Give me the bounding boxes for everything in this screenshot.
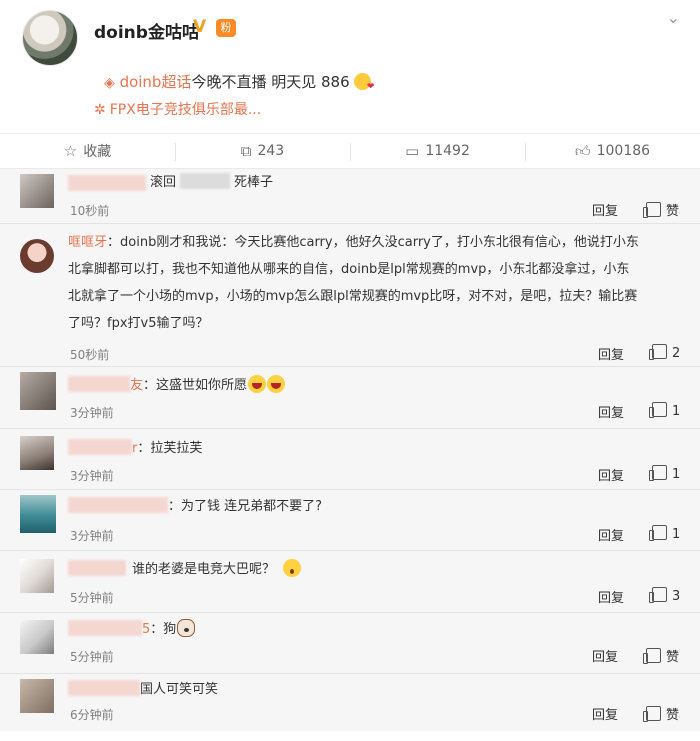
reply-button[interactable]: 回复 bbox=[592, 646, 618, 665]
comment-item: r：拉芙拉芙 3分钟前 回复 1 bbox=[0, 429, 700, 490]
laughing-emoji-icon bbox=[267, 375, 286, 393]
comment-like-button[interactable]: 赞 bbox=[643, 200, 679, 219]
kiss-emoji-icon bbox=[354, 73, 374, 92]
comment-like-button[interactable]: 1 bbox=[649, 402, 680, 419]
thumbs-up-icon bbox=[643, 706, 661, 722]
repost-button[interactable]: ⧉ 243 bbox=[175, 134, 350, 168]
shocked-emoji-icon bbox=[283, 559, 302, 577]
comment-icon: ▭ bbox=[405, 142, 420, 160]
comment-item: 国人可笑可笑 6分钟前 回复 赞 bbox=[0, 674, 700, 731]
comment-time: 3分钟前 bbox=[70, 406, 114, 420]
author-avatar[interactable] bbox=[22, 10, 78, 66]
commenter-name[interactable] bbox=[68, 620, 142, 636]
commenter-avatar[interactable] bbox=[20, 372, 56, 410]
supertopic-icon: ◈ bbox=[104, 75, 115, 91]
reply-button[interactable]: 回复 bbox=[598, 344, 624, 363]
thumbs-up-icon bbox=[649, 587, 667, 603]
commenter-name[interactable] bbox=[68, 439, 132, 455]
verified-badge-icon: V bbox=[193, 17, 207, 37]
comment-time: 3分钟前 bbox=[70, 469, 114, 483]
commenter-name[interactable] bbox=[68, 376, 130, 392]
commenter-name[interactable] bbox=[68, 680, 140, 696]
comment-item: 友：这盛世如你所愿 3分钟前 回复 1 bbox=[0, 367, 700, 429]
thumbs-up-icon bbox=[649, 402, 667, 418]
comment-item: ：为了钱 连兄弟都不要了? 3分钟前 回复 1 bbox=[0, 490, 700, 551]
comment-time: 5分钟前 bbox=[70, 650, 114, 664]
comment-time: 3分钟前 bbox=[70, 529, 114, 543]
thumbs-up-icon bbox=[643, 202, 661, 218]
commenter-avatar[interactable] bbox=[20, 620, 54, 654]
comment-text: 友：这盛世如你所愿 bbox=[68, 372, 286, 399]
post-source[interactable]: ✲ FPX电子竞技俱乐部最... bbox=[94, 99, 261, 119]
comment-text: 国人可笑可笑 bbox=[68, 676, 218, 703]
repost-count: 243 bbox=[257, 143, 285, 159]
comment-item: 5：狗 5分钟前 回复 赞 bbox=[0, 613, 700, 674]
reply-button[interactable]: 回复 bbox=[598, 402, 624, 421]
comment-text: 5：狗 bbox=[68, 616, 196, 643]
dog-emoji-icon bbox=[177, 619, 196, 637]
commenter-name[interactable] bbox=[68, 497, 168, 513]
thumbs-up-icon bbox=[649, 465, 667, 481]
comment-like-button[interactable]: 1 bbox=[649, 465, 680, 482]
commenter-avatar[interactable] bbox=[20, 559, 54, 593]
post-header: doinb金咕咕 V 粉 ⌄ ◈ doinb超话今晚不直播 明天见 886 ✲F… bbox=[0, 0, 700, 132]
post-action-bar: ☆ 收藏 ⧉ 243 ▭ 11492 👍︎ 100186 bbox=[0, 133, 700, 169]
supertopic-link[interactable]: doinb超话 bbox=[120, 73, 192, 91]
commenter-name[interactable] bbox=[68, 560, 126, 576]
commenter-avatar[interactable] bbox=[20, 239, 54, 273]
commenter-name[interactable]: 哐哐牙 bbox=[68, 235, 107, 250]
comment-time: 10秒前 bbox=[70, 204, 110, 218]
source-text: FPX电子竞技俱乐部最... bbox=[109, 102, 262, 118]
comment-button[interactable]: ▭ 11492 bbox=[350, 134, 525, 168]
post-content: ◈ doinb超话今晚不直播 明天见 886 bbox=[104, 71, 374, 92]
commenter-name[interactable] bbox=[68, 175, 146, 192]
comment-time: 6分钟前 bbox=[70, 708, 114, 722]
comment-time: 50秒前 bbox=[70, 348, 110, 362]
like-count: 100186 bbox=[596, 143, 651, 159]
like-button[interactable]: 👍︎ 100186 bbox=[525, 134, 700, 168]
thumbs-up-icon bbox=[649, 344, 667, 360]
reply-button[interactable]: 回复 bbox=[592, 200, 618, 219]
comment-text: ：为了钱 连兄弟都不要了? bbox=[68, 493, 322, 520]
comment-text: 谁的老婆是电竞大巴呢？ bbox=[68, 556, 302, 583]
supertopic-source-icon: ✲ bbox=[94, 102, 106, 118]
reply-button[interactable]: 回复 bbox=[598, 587, 624, 606]
favorite-button[interactable]: ☆ 收藏 bbox=[0, 134, 175, 168]
comment-text: 哐哐牙：doinb刚才和我说：今天比赛他carry，他好久没carry了，打小东… bbox=[68, 235, 639, 250]
comment-item: 哐哐牙：doinb刚才和我说：今天比赛他carry，他好久没carry了，打小东… bbox=[0, 224, 700, 367]
commenter-avatar[interactable] bbox=[20, 495, 56, 533]
favorite-label: 收藏 bbox=[83, 144, 112, 160]
thumbs-up-icon bbox=[643, 648, 661, 664]
author-name[interactable]: doinb金咕咕 bbox=[94, 18, 199, 43]
comment-text: 滚回 死棒子 bbox=[150, 173, 274, 190]
comment-like-button[interactable]: 1 bbox=[649, 525, 680, 542]
comment-like-button[interactable]: 3 bbox=[649, 587, 680, 604]
thumbs-up-icon: 👍︎ bbox=[574, 141, 591, 160]
commenter-avatar[interactable] bbox=[20, 436, 54, 470]
comment-item: 滚回 死棒子 10秒前 回复 赞 bbox=[0, 169, 700, 224]
comment-like-button[interactable]: 赞 bbox=[643, 704, 679, 723]
star-icon: ☆ bbox=[63, 142, 78, 160]
reply-button[interactable]: 回复 bbox=[598, 465, 624, 484]
comment-text-line: 北就拿了一个小场的mvp，小场的mvp怎么跟lpl常规赛的mvp比呀，对不对，是… bbox=[68, 289, 638, 304]
post-text: 今晚不直播 明天见 886 bbox=[191, 73, 350, 91]
comment-item: 谁的老婆是电竞大巴呢？ 5分钟前 回复 3 bbox=[0, 551, 700, 613]
reply-button[interactable]: 回复 bbox=[598, 525, 624, 544]
fans-badge-icon: 粉 bbox=[216, 19, 236, 37]
reply-button[interactable]: 回复 bbox=[592, 704, 618, 723]
comment-text: r：拉芙拉芙 bbox=[68, 435, 202, 462]
comment-like-button[interactable]: 赞 bbox=[643, 646, 679, 665]
comment-text-line: 了吗？fpx打v5输了吗？ bbox=[68, 316, 209, 331]
comment-count: 11492 bbox=[425, 143, 470, 159]
thumbs-up-icon bbox=[649, 525, 667, 541]
commenter-avatar[interactable] bbox=[20, 174, 54, 208]
comment-list: 滚回 死棒子 10秒前 回复 赞 哐哐牙：doinb刚才和我说：今天比赛他carr… bbox=[0, 169, 700, 731]
commenter-avatar[interactable] bbox=[20, 679, 54, 713]
comment-text-line: 北拿脚都可以打，我也不知道他从哪来的自信，doinb是lpl常规赛的mvp，小东… bbox=[68, 262, 630, 277]
comment-like-button[interactable]: 2 bbox=[649, 344, 680, 361]
repost-icon: ⧉ bbox=[240, 142, 252, 160]
comment-time: 5分钟前 bbox=[70, 591, 114, 605]
laughing-emoji-icon bbox=[248, 375, 267, 393]
chevron-down-icon[interactable]: ⌄ bbox=[667, 8, 680, 27]
